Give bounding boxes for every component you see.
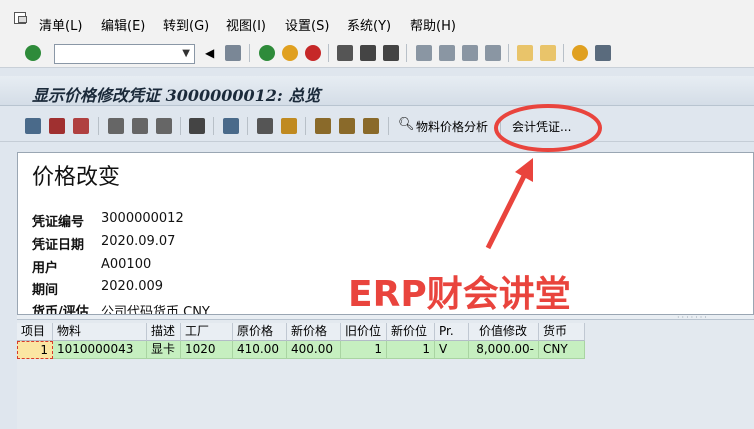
row-material-cell[interactable]: 1010000043 xyxy=(53,341,147,359)
filter-settings-icon[interactable] xyxy=(156,118,172,134)
toolbar-separator xyxy=(213,117,214,135)
menu-settings[interactable]: 设置(S) xyxy=(285,15,329,34)
row-price-control-cell[interactable]: V xyxy=(435,341,469,359)
screen-title-bar: 显示价格修改凭证 3000000012: 总览 xyxy=(0,76,754,106)
row-currency-cell[interactable]: CNY xyxy=(539,341,585,359)
previous-page-icon[interactable] xyxy=(439,45,455,61)
print-list-icon[interactable] xyxy=(257,118,273,134)
layout-save-icon[interactable] xyxy=(363,118,379,134)
command-field[interactable]: ▼ xyxy=(54,44,195,64)
user-label: 用户 xyxy=(32,261,59,276)
layout-change-icon[interactable] xyxy=(339,118,355,134)
toolbar-separator xyxy=(180,117,181,135)
menu-goto[interactable]: 转到(G) xyxy=(163,15,209,34)
menu-list[interactable]: 清单(L) xyxy=(39,15,82,34)
filter-icon[interactable] xyxy=(132,118,148,134)
help-icon[interactable] xyxy=(572,45,588,61)
layout-select-icon[interactable] xyxy=(315,118,331,134)
back-triangle-icon[interactable]: ◀ xyxy=(205,46,214,60)
layout-menu-icon[interactable] xyxy=(595,45,611,61)
col-old-price-unit-header[interactable]: 旧价位 xyxy=(341,323,387,341)
row-new-price-unit-cell[interactable]: 1 xyxy=(387,341,435,359)
toolbar-separator xyxy=(249,44,250,62)
col-new-price-header[interactable]: 新价格 xyxy=(287,323,341,341)
document-number-label: 凭证编号 xyxy=(32,215,85,230)
menu-window-icon[interactable] xyxy=(14,12,27,24)
sort-ascending-icon[interactable] xyxy=(108,118,124,134)
period-value: 2020.009 xyxy=(101,279,164,294)
accounting-documents-button[interactable]: 会计凭证... xyxy=(512,118,571,135)
toolbar-separator xyxy=(508,44,509,62)
currency-valuation-value: 公司代码货币 CNY xyxy=(101,305,210,315)
toolbar-separator xyxy=(247,117,248,135)
find-icon[interactable] xyxy=(360,45,376,61)
col-plant-header[interactable]: 工厂 xyxy=(181,323,233,341)
next-page-icon[interactable] xyxy=(462,45,478,61)
enter-check-icon[interactable] xyxy=(25,45,41,61)
panel-heading: 价格改变 xyxy=(32,165,121,190)
document-date-value: 2020.09.07 xyxy=(101,234,176,249)
back-icon[interactable] xyxy=(259,45,275,61)
toolbar-separator xyxy=(328,44,329,62)
col-value-change-header[interactable]: 价值修改 xyxy=(469,323,539,341)
row-new-price-cell[interactable]: 400.00 xyxy=(287,341,341,359)
first-page-icon[interactable] xyxy=(416,45,432,61)
row-item-cell[interactable]: 1 xyxy=(17,341,53,359)
calculator-icon[interactable] xyxy=(73,118,89,134)
currency-valuation-label: 货币/评估 xyxy=(32,305,89,315)
sum-icon[interactable] xyxy=(189,118,205,134)
chart-icon[interactable] xyxy=(281,118,297,134)
toolbar-separator xyxy=(406,44,407,62)
cancel-icon[interactable] xyxy=(305,45,321,61)
print-preview-icon[interactable] xyxy=(49,118,65,134)
col-currency-header[interactable]: 货币 xyxy=(539,323,585,341)
find-next-icon[interactable] xyxy=(383,45,399,61)
page-title: 显示价格修改凭证 3000000012: 总览 xyxy=(32,86,321,105)
print-icon[interactable] xyxy=(337,45,353,61)
toolbar-separator xyxy=(563,44,564,62)
period-label: 期间 xyxy=(32,283,59,298)
items-grid: 项目 物料 描述 工厂 原价格 新价格 旧价位 新价位 Pr. 价值修改 货币 … xyxy=(17,320,754,429)
details-icon[interactable] xyxy=(25,118,41,134)
save-icon[interactable] xyxy=(225,45,241,61)
material-price-analysis-button[interactable]: 物料价格分析 xyxy=(416,118,488,135)
last-page-icon[interactable] xyxy=(485,45,501,61)
document-number-value: 3000000012 xyxy=(101,211,184,226)
menu-bar: 清单(L) 编辑(E) 转到(G) 视图(I) 设置(S) 系统(Y) 帮助(H… xyxy=(0,0,754,38)
row-old-price-unit-cell[interactable]: 1 xyxy=(341,341,387,359)
col-price-control-header[interactable]: Pr. xyxy=(435,323,469,341)
watermark-text: ERP财会讲堂 xyxy=(348,274,571,315)
toolbar-separator xyxy=(500,117,501,135)
exit-icon[interactable] xyxy=(282,45,298,61)
toolbar-separator xyxy=(305,117,306,135)
menu-view[interactable]: 视图(I) xyxy=(226,15,266,34)
col-new-price-unit-header[interactable]: 新价位 xyxy=(387,323,435,341)
row-description-cell[interactable]: 显卡 xyxy=(147,341,181,359)
menu-system[interactable]: 系统(Y) xyxy=(347,15,391,34)
menu-edit[interactable]: 编辑(E) xyxy=(101,15,145,34)
col-item-header[interactable]: 项目 xyxy=(17,323,53,341)
toolbar-separator xyxy=(98,117,99,135)
chevron-down-icon[interactable]: ▼ xyxy=(182,48,190,59)
row-plant-cell[interactable]: 1020 xyxy=(181,341,233,359)
magnifier-icon: 🔍︎ xyxy=(398,117,415,132)
row-value-change-cell[interactable]: 8,000.00- xyxy=(469,341,539,359)
menu-help[interactable]: 帮助(H) xyxy=(410,15,456,34)
col-material-header[interactable]: 物料 xyxy=(53,323,147,341)
user-value: A00100 xyxy=(101,257,152,272)
col-old-price-header[interactable]: 原价格 xyxy=(233,323,287,341)
export-icon[interactable] xyxy=(223,118,239,134)
shortcut-icon[interactable] xyxy=(540,45,556,61)
col-description-header[interactable]: 描述 xyxy=(147,323,181,341)
row-old-price-cell[interactable]: 410.00 xyxy=(233,341,287,359)
toolbar-separator xyxy=(388,117,389,135)
document-date-label: 凭证日期 xyxy=(32,238,85,253)
new-session-icon[interactable] xyxy=(517,45,533,61)
